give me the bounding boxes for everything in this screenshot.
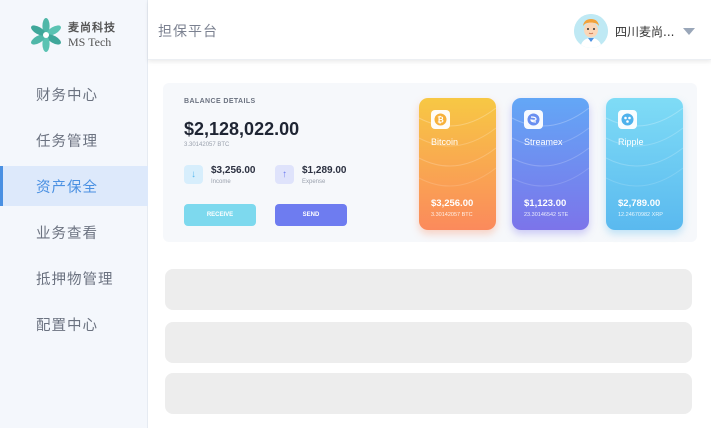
logo-cn-text: 麦尚科技 xyxy=(68,21,116,34)
balance-btc: 3.30142057 BTC xyxy=(184,142,230,148)
card-sub: 23.30146542 STE xyxy=(524,212,569,218)
card-sub: 12.24670982 XRP xyxy=(618,212,663,218)
streamex-icon xyxy=(524,110,543,129)
page-title: 担保平台 xyxy=(158,24,218,40)
card-name: Bitcoin xyxy=(431,137,459,147)
user-menu[interactable]: 四川麦尚... xyxy=(574,14,695,48)
income-block: ↓ $3,256.00 Income xyxy=(184,165,256,185)
card-amount: $3,256.00 xyxy=(431,198,474,209)
card-sub: 3.30142057 BTC xyxy=(431,212,473,218)
expense-amount: $1,289.00 xyxy=(302,165,347,176)
sidebar-item-finance[interactable]: 财务中心 xyxy=(0,74,148,114)
logo-flower-icon xyxy=(31,18,61,52)
card-name: Ripple xyxy=(618,137,644,147)
list-item-placeholder xyxy=(165,269,692,310)
ripple-icon xyxy=(618,110,637,129)
bitcoin-icon: ₿ xyxy=(431,110,450,129)
card-ripple[interactable]: Ripple $2,789.00 12.24670982 XRP xyxy=(606,98,683,230)
expense-block: ↑ $1,289.00 Expense xyxy=(275,165,347,185)
sidebar-item-asset-preservation[interactable]: 资产保全 xyxy=(0,166,148,206)
sidebar-menu: 财务中心 任务管理 资产保全 业务查看 抵押物管理 配置中心 xyxy=(0,74,148,350)
svg-text:₿: ₿ xyxy=(437,116,444,125)
avatar[interactable] xyxy=(574,14,608,48)
card-amount: $2,789.00 xyxy=(618,198,661,209)
logo-en-text: MS Tech xyxy=(68,35,112,49)
expense-label: Expense xyxy=(302,179,326,185)
balance-label: BALANCE DETAILS xyxy=(184,98,256,105)
list-item-placeholder xyxy=(165,322,692,363)
sidebar-item-business[interactable]: 业务查看 xyxy=(0,212,148,252)
sidebar: 麦尚科技 MS Tech 财务中心 任务管理 资产保全 业务查看 抵押物管理 配… xyxy=(0,0,148,428)
header: 担保平台 四川麦尚... xyxy=(148,0,711,60)
income-amount: $3,256.00 xyxy=(211,165,256,176)
sidebar-item-tasks[interactable]: 任务管理 xyxy=(0,120,148,160)
username: 四川麦尚... xyxy=(615,24,675,39)
list-item-placeholder xyxy=(165,373,692,414)
send-button[interactable]: SEND xyxy=(275,204,347,226)
card-streamex[interactable]: Streamex $1,123.00 23.30146542 STE xyxy=(512,98,589,230)
card-bitcoin[interactable]: ₿ Bitcoin $3,256.00 3.30142057 BTC xyxy=(419,98,496,230)
sidebar-item-collateral[interactable]: 抵押物管理 xyxy=(0,258,148,298)
balance-amount: $2,128,022.00 xyxy=(184,119,300,139)
sidebar-item-config[interactable]: 配置中心 xyxy=(0,304,148,344)
card-amount: $1,123.00 xyxy=(524,198,567,209)
arrow-up-icon: ↑ xyxy=(275,165,294,184)
arrow-down-icon: ↓ xyxy=(184,165,203,184)
receive-button[interactable]: RECEIVE xyxy=(184,204,256,226)
chevron-down-icon[interactable] xyxy=(683,27,695,35)
card-name: Streamex xyxy=(524,137,563,147)
logo[interactable]: 麦尚科技 MS Tech xyxy=(28,16,128,54)
income-label: Income xyxy=(211,179,231,185)
